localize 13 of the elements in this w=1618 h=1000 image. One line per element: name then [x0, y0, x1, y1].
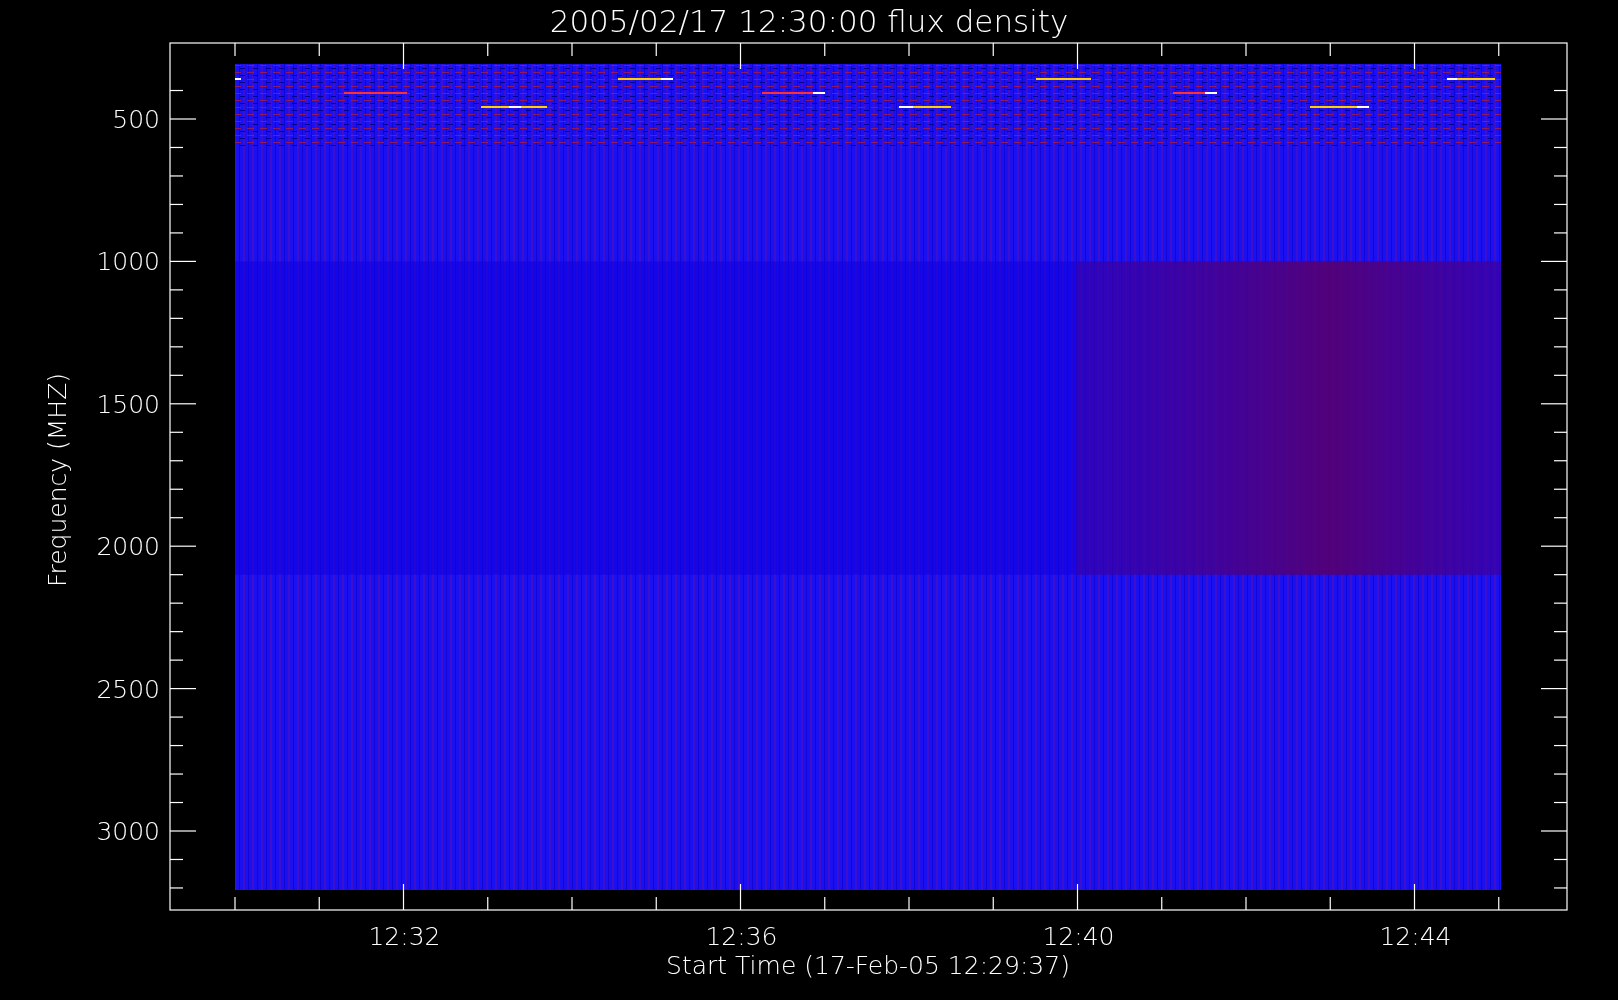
x-tick-label: 12:36 [705, 922, 778, 951]
y-tick-label: 1000 [96, 247, 160, 277]
y-tick-label: 2000 [96, 532, 160, 562]
x-tick-label: 12:40 [1042, 922, 1115, 951]
y-tick-label: 3000 [96, 817, 160, 846]
y-axis-label: Frequency (MHZ) [43, 372, 72, 588]
y-tick-label: 2500 [96, 674, 160, 704]
plot-title: 2005/02/17 12:30:00 flux density [549, 3, 1069, 39]
y-tick-label: 500 [112, 105, 160, 134]
x-tick-label: 12:44 [1379, 922, 1452, 951]
x-tick-label: 12:32 [368, 922, 441, 951]
x-axis-label: Start Time (17-Feb-05 12:29:37) [666, 951, 1070, 980]
y-tick-label: 1500 [96, 389, 160, 419]
